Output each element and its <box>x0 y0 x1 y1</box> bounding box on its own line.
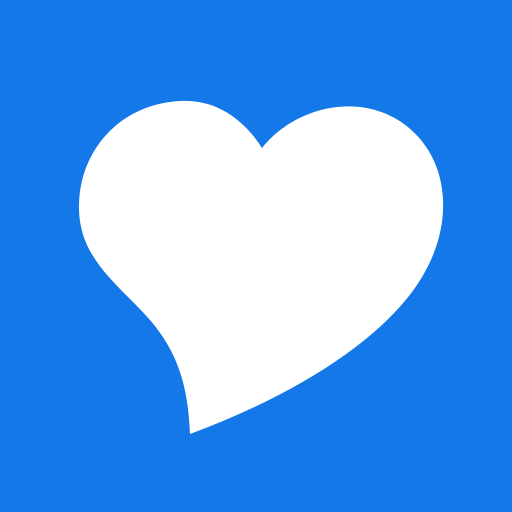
heart-shape <box>78 100 444 434</box>
heart-icon <box>78 100 444 434</box>
app-icon-tile <box>0 0 512 512</box>
